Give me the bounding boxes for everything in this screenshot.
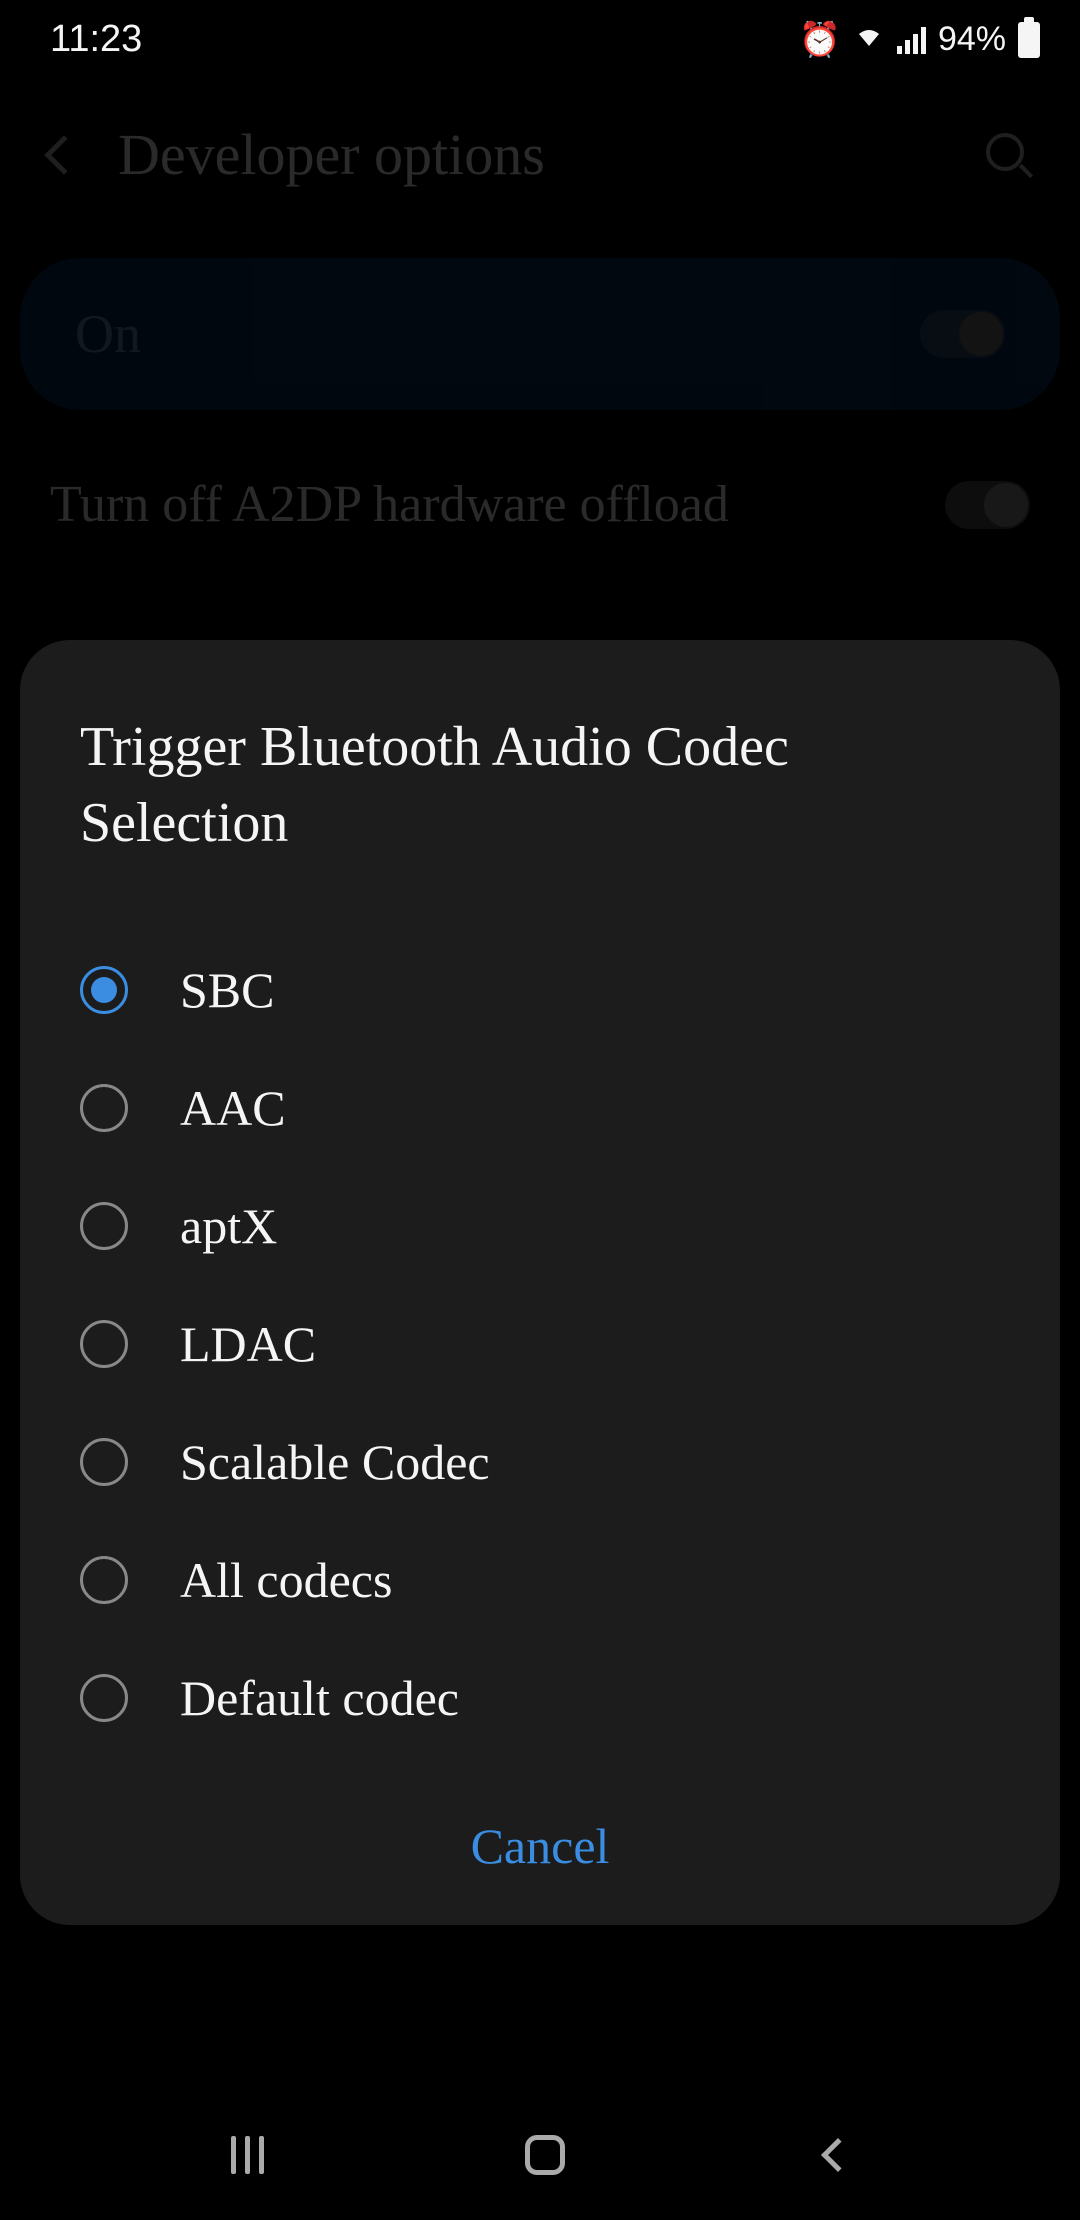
radio-label: aptX xyxy=(180,1197,277,1255)
radio-option-all-codecs[interactable]: All codecs xyxy=(80,1521,1000,1639)
back-button[interactable] xyxy=(821,2138,855,2172)
dialog-title: Trigger Bluetooth Audio Codec Selection xyxy=(80,710,1000,861)
radio-label: All codecs xyxy=(180,1551,392,1609)
radio-option-sbc[interactable]: SBC xyxy=(80,931,1000,1049)
radio-option-ldac[interactable]: LDAC xyxy=(80,1285,1000,1403)
setting-label: Turn off A2DP hardware offload xyxy=(50,470,729,540)
cancel-button[interactable]: Cancel xyxy=(471,1817,610,1875)
search-icon[interactable] xyxy=(986,133,1030,177)
page-title: Developer options xyxy=(118,121,946,188)
navigation-bar xyxy=(0,2090,1080,2220)
app-header: Developer options xyxy=(0,71,1080,238)
radio-icon xyxy=(80,1438,128,1486)
battery-pct: 94% xyxy=(938,20,1006,59)
radio-label: AAC xyxy=(180,1079,286,1137)
alarm-icon: ⏰ xyxy=(799,20,841,60)
radio-label: Default codec xyxy=(180,1669,459,1727)
home-button[interactable] xyxy=(525,2135,565,2175)
radio-option-aac[interactable]: AAC xyxy=(80,1049,1000,1167)
battery-icon xyxy=(1018,22,1040,58)
status-time: 11:23 xyxy=(50,18,142,61)
radio-group: SBC AAC aptX LDAC Scalable Codec All codecs De… xyxy=(80,931,1000,1757)
radio-icon xyxy=(80,1320,128,1368)
toggle-switch-on[interactable] xyxy=(920,310,1005,358)
radio-option-default-codec[interactable]: Default codec xyxy=(80,1639,1000,1757)
wifi-icon xyxy=(853,20,885,59)
signal-icon xyxy=(897,26,926,54)
radio-option-scalable-codec[interactable]: Scalable Codec xyxy=(80,1403,1000,1521)
radio-label: LDAC xyxy=(180,1315,316,1373)
radio-label: Scalable Codec xyxy=(180,1433,490,1491)
radio-icon xyxy=(80,1556,128,1604)
radio-icon xyxy=(80,1202,128,1250)
radio-icon xyxy=(80,966,128,1014)
radio-option-aptx[interactable]: aptX xyxy=(80,1167,1000,1285)
back-icon[interactable] xyxy=(44,135,84,175)
codec-selection-dialog: Trigger Bluetooth Audio Codec Selection … xyxy=(20,640,1060,1925)
radio-icon xyxy=(80,1084,128,1132)
recents-button[interactable] xyxy=(231,2136,264,2174)
setting-a2dp-offload[interactable]: Turn off A2DP hardware offload xyxy=(50,470,1030,540)
status-icons: ⏰ 94% xyxy=(799,20,1040,60)
toggle-switch[interactable] xyxy=(945,481,1030,529)
developer-options-master-toggle[interactable]: On xyxy=(20,258,1060,410)
radio-icon xyxy=(80,1674,128,1722)
master-toggle-label: On xyxy=(75,303,141,365)
status-bar: 11:23 ⏰ 94% xyxy=(0,0,1080,71)
radio-label: SBC xyxy=(180,961,275,1019)
